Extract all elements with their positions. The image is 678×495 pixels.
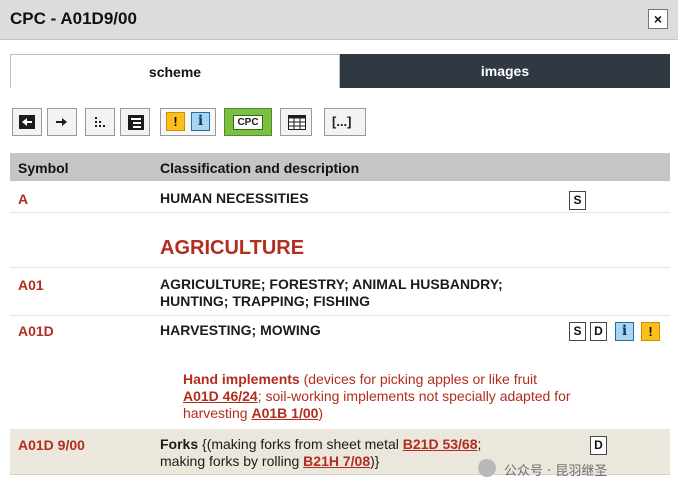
col-symbol-header: Symbol [18,160,69,176]
current-text: ; [477,436,482,452]
info-icon[interactable]: i [615,322,634,341]
symbol-link[interactable]: A [18,191,28,207]
current-text: making forks by rolling [160,453,304,469]
note-text: ) [318,405,324,421]
warning-icon[interactable]: ! [641,322,660,341]
note-title: Hand implements [183,371,300,387]
current-text: {(making forks from sheet metal [198,436,403,452]
cpc-label: CPC [233,115,263,130]
collapse-left-button[interactable] [12,108,42,136]
section-heading-row: AGRICULTURE [10,213,670,268]
list-tree-icon [128,115,144,130]
cpc-button[interactable]: CPC [224,108,272,136]
row-description-line: AGRICULTURE; FORESTRY; ANIMAL HUSBANDRY; [160,276,503,292]
table-row: A HUMAN NECESSITIES S [10,181,670,213]
reference-link[interactable]: A01D 46/24 [183,388,258,404]
expand-right-button[interactable] [47,108,77,136]
current-text: )} [370,453,380,469]
brackets-label: [...] [332,114,352,129]
info-icon: i [191,112,210,131]
current-title: Forks [160,436,199,452]
title-bar: CPC - A01D9/00 × [0,0,678,40]
symbol-link[interactable]: A01D 9/00 [18,437,85,453]
s-badge-icon[interactable]: S [569,191,586,210]
reference-link[interactable]: B21D 53/68 [403,436,478,452]
tab-bar: scheme images [10,54,670,88]
s-badge-icon[interactable]: S [569,322,586,341]
list-view-button[interactable] [120,108,150,136]
col-description-header: Classification and description [160,160,360,176]
note-text: (devices for picking apples or like frui… [299,371,538,387]
arrow-right-icon [56,118,67,126]
tab-scheme[interactable]: scheme [10,54,340,88]
table-row: A01 AGRICULTURE; FORESTRY; ANIMAL HUSBAN… [10,268,670,316]
window-title: CPC - A01D9/00 [10,9,137,28]
row-description-line: HUNTING; TRAPPING; FISHING [160,293,370,309]
note-hand-implements: Hand implements (devices for picking app… [183,371,573,422]
d-badge-icon[interactable]: D [590,322,607,341]
watermark-text: 公众号 · 昆羽继圣 [504,464,608,479]
dots-tree-icon [95,117,105,127]
reference-link[interactable]: B21H 7/08 [303,453,370,469]
table-header: Symbol Classification and description [10,153,670,181]
row-description: HARVESTING; MOWING [160,322,321,338]
close-button[interactable]: × [648,9,668,29]
row-description: Forks {(making forks from sheet metal B2… [160,436,481,470]
table-view-button[interactable] [280,108,312,136]
notes-toggle-button[interactable]: ! i [160,108,216,136]
warning-icon: ! [166,112,185,131]
d-badge-icon[interactable]: D [590,436,607,455]
reference-link[interactable]: A01B 1/00 [251,405,318,421]
tab-images[interactable]: images [340,54,670,88]
hierarchy-view-button[interactable] [85,108,115,136]
symbol-link[interactable]: A01D [18,323,54,339]
section-heading: AGRICULTURE [160,237,305,259]
symbol-link[interactable]: A01 [18,277,44,293]
brackets-button[interactable]: [...] [324,108,366,136]
table-row: A01D HARVESTING; MOWING S D i ! [10,316,670,346]
wechat-logo-icon [478,459,496,477]
table-icon [288,115,306,130]
row-description: HUMAN NECESSITIES [160,190,309,206]
arrow-left-icon [19,115,35,129]
